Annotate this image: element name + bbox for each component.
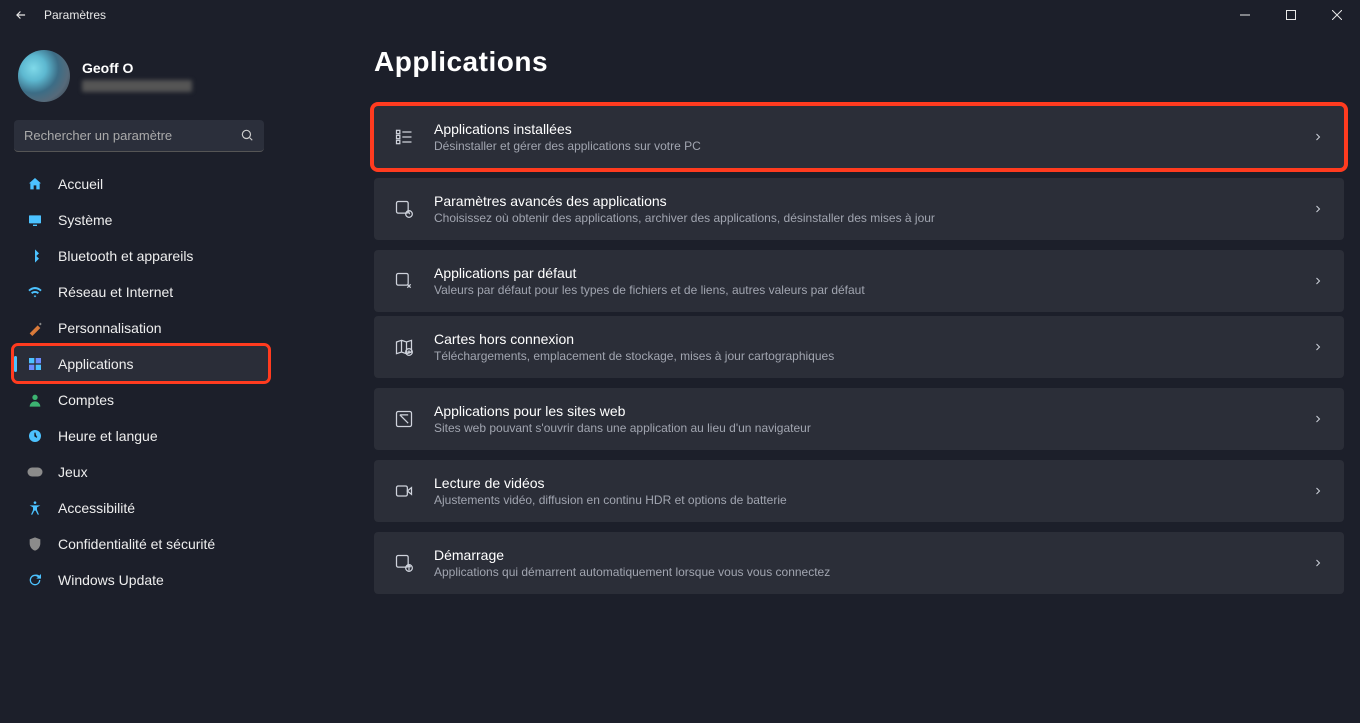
nav-gaming[interactable]: Jeux [14,454,268,489]
avatar [18,50,70,102]
card-installed-apps[interactable]: Applications installées Désinstaller et g… [374,106,1344,168]
page-title: Applications [374,46,1344,78]
nav-label: Comptes [58,392,114,408]
window-title: Paramètres [44,8,106,22]
nav-label: Confidentialité et sécurité [58,536,215,552]
chevron-right-icon [1312,341,1324,353]
card-title: Applications pour les sites web [434,403,811,419]
card-title: Applications installées [434,121,701,137]
search-icon [240,128,254,142]
card-title: Cartes hors connexion [434,331,834,347]
accounts-icon [26,391,44,409]
card-desc: Applications qui démarrent automatiqueme… [434,565,830,579]
nav-accounts[interactable]: Comptes [14,382,268,417]
nav-label: Jeux [58,464,88,480]
nav-label: Personnalisation [58,320,162,336]
card-desc: Choisissez où obtenir des applications, … [434,211,935,225]
nav-label: Réseau et Internet [58,284,173,300]
nav-label: Windows Update [58,572,164,588]
chevron-right-icon [1312,485,1324,497]
time-icon [26,427,44,445]
card-desc: Désinstaller et gérer des applications s… [434,139,701,153]
nav-bluetooth[interactable]: Bluetooth et appareils [14,238,268,273]
maximize-button[interactable] [1268,0,1314,30]
nav-label: Applications [58,356,134,372]
search-input[interactable] [14,120,264,152]
gaming-icon [26,463,44,481]
card-offline-maps[interactable]: Cartes hors connexion Téléchargements, em… [374,316,1344,378]
chevron-right-icon [1312,275,1324,287]
video-icon [392,479,416,503]
apps-icon [26,355,44,373]
profile-block[interactable]: Geoff O [14,46,274,120]
chevron-right-icon [1312,203,1324,215]
chevron-right-icon [1312,557,1324,569]
nav-label: Heure et langue [58,428,158,444]
minimize-button[interactable] [1222,0,1268,30]
close-button[interactable] [1314,0,1360,30]
card-desc: Sites web pouvant s'ouvrir dans une appl… [434,421,811,435]
startup-icon [392,551,416,575]
websites-icon [392,407,416,431]
nav-label: Système [58,212,112,228]
card-startup[interactable]: Démarrage Applications qui démarrent auto… [374,532,1344,594]
nav-apps[interactable]: Applications [14,346,268,381]
system-icon [26,211,44,229]
nav-label: Accueil [58,176,103,192]
nav-label: Bluetooth et appareils [58,248,193,264]
nav-home[interactable]: Accueil [14,166,268,201]
update-icon [26,571,44,589]
card-video-playback[interactable]: Lecture de vidéos Ajustements vidéo, diff… [374,460,1344,522]
personalization-icon [26,319,44,337]
card-advanced-app-settings[interactable]: Paramètres avancés des applications Chois… [374,178,1344,240]
default-apps-icon [392,269,416,293]
nav-network[interactable]: Réseau et Internet [14,274,268,309]
nav-system[interactable]: Système [14,202,268,237]
chevron-right-icon [1312,131,1324,143]
card-title: Paramètres avancés des applications [434,193,935,209]
card-title: Démarrage [434,547,830,563]
bluetooth-icon [26,247,44,265]
nav-label: Accessibilité [58,500,135,516]
maps-icon [392,335,416,359]
nav-time[interactable]: Heure et langue [14,418,268,453]
profile-name: Geoff O [82,60,192,76]
nav-update[interactable]: Windows Update [14,562,268,597]
nav-personalization[interactable]: Personnalisation [14,310,268,345]
card-desc: Valeurs par défaut pour les types de fic… [434,283,865,297]
card-apps-for-websites[interactable]: Applications pour les sites web Sites web… [374,388,1344,450]
chevron-right-icon [1312,413,1324,425]
card-desc: Téléchargements, emplacement de stockage… [434,349,834,363]
advanced-settings-icon [392,197,416,221]
back-button[interactable] [6,0,36,30]
accessibility-icon [26,499,44,517]
privacy-icon [26,535,44,553]
profile-email-blurred [82,80,192,92]
network-icon [26,283,44,301]
nav-accessibility[interactable]: Accessibilité [14,490,268,525]
card-desc: Ajustements vidéo, diffusion en continu … [434,493,787,507]
card-title: Lecture de vidéos [434,475,787,491]
card-default-apps[interactable]: Applications par défaut Valeurs par défau… [374,250,1344,312]
nav-privacy[interactable]: Confidentialité et sécurité [14,526,268,561]
card-title: Applications par défaut [434,265,865,281]
installed-apps-icon [392,125,416,149]
home-icon [26,175,44,193]
